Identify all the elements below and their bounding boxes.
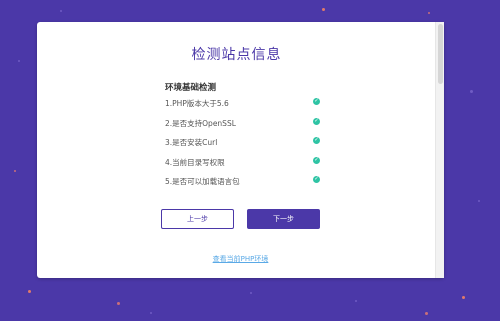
decorative-dot bbox=[428, 12, 430, 14]
check-item-label: 2.是否支持OpenSSL bbox=[165, 118, 236, 128]
check-circle-icon: ✓ bbox=[313, 176, 320, 183]
check-circle-icon: ✓ bbox=[313, 98, 320, 105]
decorative-dot bbox=[250, 292, 252, 294]
check-item-label: 1.PHP版本大于5.6 bbox=[165, 99, 229, 108]
decorative-dot bbox=[462, 296, 465, 299]
check-item-label: 3.是否安装Curl bbox=[165, 138, 218, 147]
decorative-dot bbox=[355, 300, 357, 302]
view-php-env-link[interactable]: 查看当前PHP环境 bbox=[37, 254, 444, 264]
decorative-dot bbox=[425, 312, 428, 315]
scrollbar-thumb[interactable] bbox=[438, 24, 443, 84]
check-item-label: 4.当前目录写权限 bbox=[165, 157, 225, 167]
check-circle-icon: ✓ bbox=[313, 156, 320, 164]
check-item-label: 5.是否可以加载语言包 bbox=[165, 177, 240, 186]
check-circle-icon: ✓ bbox=[313, 137, 320, 144]
check-list: 1.PHP版本大于5.6 ✓ 2.是否支持OpenSSL ✓ 3.是否安装Cur… bbox=[165, 98, 320, 196]
decorative-dot bbox=[150, 312, 152, 314]
decorative-dot bbox=[322, 8, 325, 11]
decorative-dot bbox=[470, 90, 473, 93]
decorative-dot bbox=[60, 10, 62, 12]
check-item: 3.是否安装Curl ✓ bbox=[165, 137, 320, 157]
check-item: 1.PHP版本大于5.6 ✓ bbox=[165, 98, 320, 118]
section-heading: 环境基础检测 bbox=[165, 83, 217, 93]
page-title: 检测站点信息 bbox=[191, 47, 282, 63]
decorative-dot bbox=[18, 60, 20, 62]
check-circle-icon: ✓ bbox=[313, 117, 320, 125]
decorative-dot bbox=[14, 170, 16, 172]
install-check-card: 检测站点信息 环境基础检测 1.PHP版本大于5.6 ✓ 2.是否支持OpenS… bbox=[37, 22, 444, 278]
check-item: 4.当前目录写权限 ✓ bbox=[165, 156, 320, 177]
scrollbar[interactable] bbox=[435, 22, 444, 278]
decorative-dot bbox=[478, 200, 480, 202]
check-item: 5.是否可以加载语言包 ✓ bbox=[165, 176, 320, 196]
decorative-dot bbox=[117, 302, 120, 305]
prev-step-button[interactable]: 上一步 bbox=[161, 209, 234, 229]
check-item: 2.是否支持OpenSSL ✓ bbox=[165, 117, 320, 138]
next-step-button[interactable]: 下一步 bbox=[247, 209, 320, 229]
decorative-dot bbox=[28, 290, 31, 293]
